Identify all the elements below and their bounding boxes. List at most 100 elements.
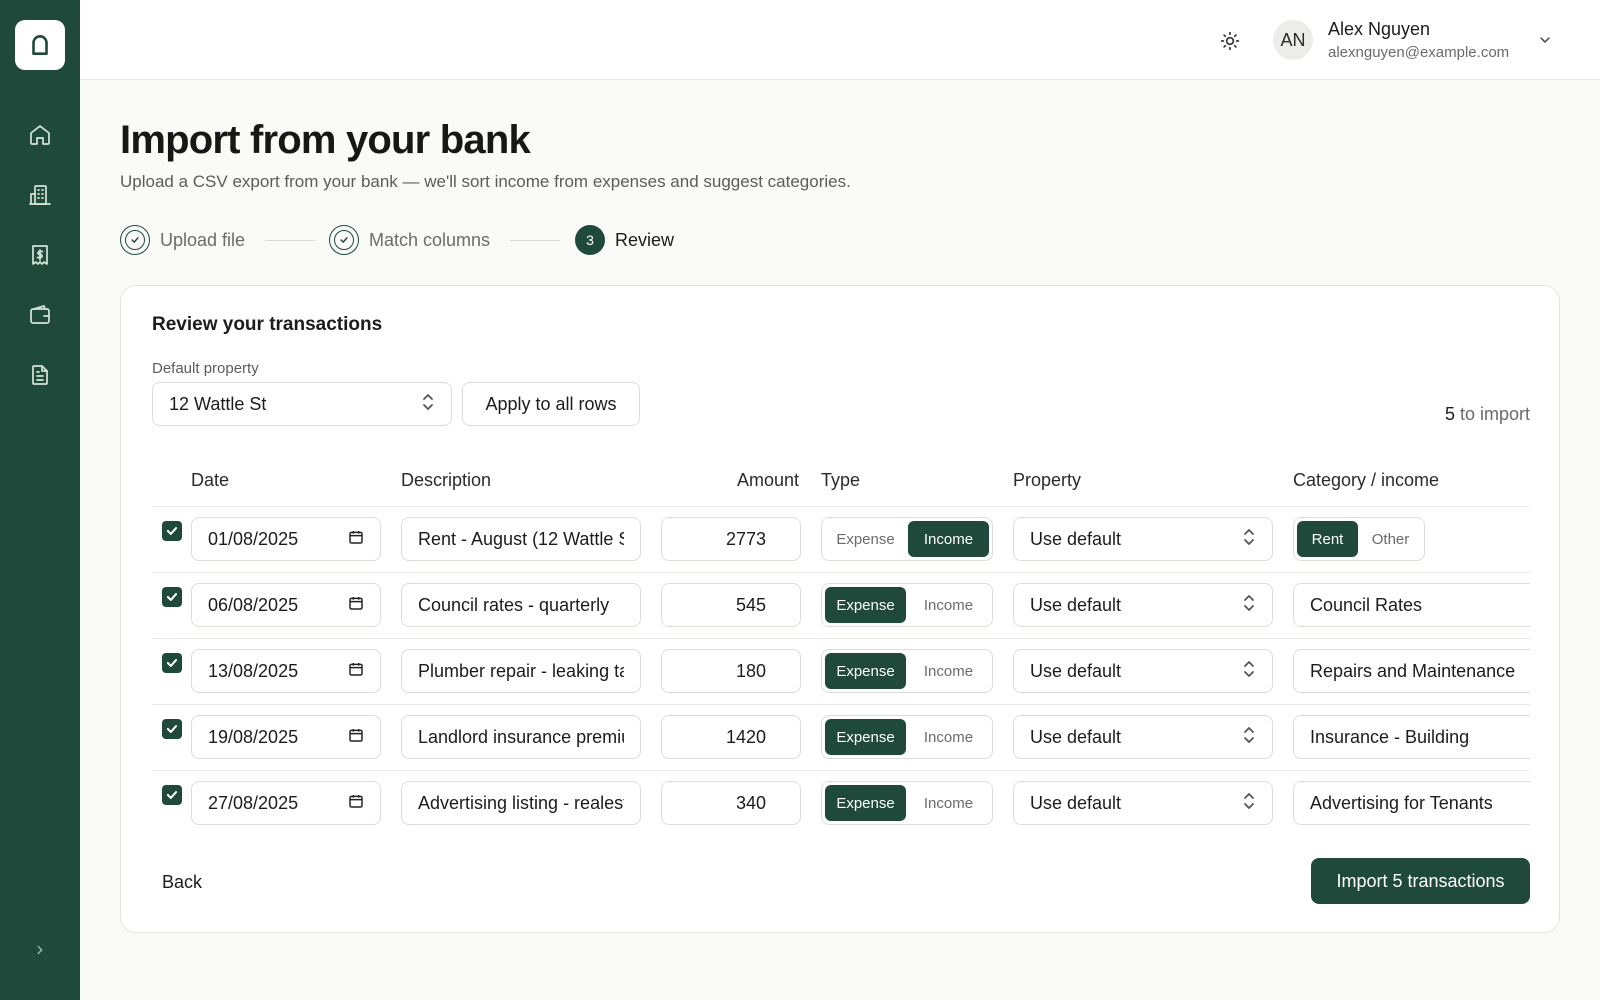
date-input[interactable]: 13/08/2025 [191,649,381,693]
property-select[interactable]: Use default [1013,583,1273,627]
property-select[interactable]: Use default [1013,649,1273,693]
calendar-icon[interactable] [348,661,364,682]
type-income-option[interactable]: Income [908,719,989,755]
sidebar [0,0,80,1000]
type-expense-option[interactable]: Expense [825,653,906,689]
avatar[interactable]: AN [1273,20,1313,60]
description-input[interactable]: Council rates - quarterly [401,583,641,627]
document-icon[interactable] [25,360,55,390]
default-property-select[interactable]: 12 Wattle St [152,382,452,426]
amount-input[interactable]: 1420 [661,715,801,759]
step-complete-icon [120,225,150,255]
type-income-option[interactable]: Income [908,653,989,689]
row-checkbox[interactable] [162,785,182,805]
category-value: Advertising for Tenants [1310,792,1493,813]
row-checkbox[interactable] [162,719,182,739]
property-select[interactable]: Use default [1013,781,1273,825]
income-rent-option[interactable]: Rent [1297,521,1358,557]
amount-value: 2773 [725,528,766,549]
category-select[interactable]: Council Rates [1293,583,1530,627]
amount-value: 1420 [725,726,766,747]
page-subtitle: Upload a CSV export from your bank — we'… [120,172,851,191]
wallet-icon[interactable] [25,300,55,330]
category-value: Insurance - Building [1310,726,1470,747]
chevron-updown-icon [421,393,435,416]
amount-input[interactable]: 2773 [661,517,801,561]
step-label: Review [615,229,675,250]
description-input[interactable]: Landlord insurance premium [401,715,641,759]
step-connector [265,240,315,241]
step-upload-file[interactable]: Upload file [120,224,245,256]
chevron-right-icon[interactable] [28,938,52,962]
house-logo-icon[interactable] [15,20,65,70]
type-income-option[interactable]: Income [908,521,989,557]
category-select[interactable]: Insurance - Building [1293,715,1530,759]
date-value: 13/08/2025 [208,660,299,681]
default-property-label: Default property [152,360,259,377]
amount-input[interactable]: 180 [661,649,801,693]
sun-icon[interactable] [1216,27,1244,55]
step-match-columns[interactable]: Match columns [329,224,490,256]
import-transactions-button[interactable]: Import 5 transactions [1311,858,1530,904]
amount-value: 545 [735,594,766,615]
back-button[interactable]: Back [162,864,222,900]
date-input[interactable]: 27/08/2025 [191,781,381,825]
calendar-icon[interactable] [348,793,364,814]
step-connector [510,240,560,241]
calendar-icon[interactable] [348,529,364,550]
chevron-down-icon[interactable] [1535,30,1555,50]
category-clip: Advertising for Tenants [1280,771,1530,837]
type-toggle: Expense Income [821,583,993,627]
type-income-option[interactable]: Income [908,785,989,821]
table-row: 27/08/2025 Advertising listing - realest… [0,771,1600,837]
column-property: Property [1013,470,1082,490]
property-select[interactable]: Use default [1013,715,1273,759]
date-input[interactable]: 01/08/2025 [191,517,381,561]
date-input[interactable]: 19/08/2025 [191,715,381,759]
description-input[interactable]: Advertising listing - realestate [401,781,641,825]
type-toggle: Expense Income [821,517,993,561]
type-expense-option[interactable]: Expense [825,785,906,821]
receipt-dollar-icon[interactable] [25,240,55,270]
type-income-option[interactable]: Income [908,587,989,623]
type-expense-option[interactable]: Expense [825,587,906,623]
step-review[interactable]: 3 Review [575,224,674,256]
apply-to-all-button[interactable]: Apply to all rows [462,382,640,426]
category-select[interactable]: Advertising for Tenants [1293,781,1530,825]
type-expense-option[interactable]: Expense [825,719,906,755]
description-input[interactable]: Rent - August (12 Wattle St) [401,517,641,561]
calendar-icon[interactable] [348,595,364,616]
type-toggle: Expense Income [821,781,993,825]
amount-value: 340 [735,792,766,813]
type-expense-option[interactable]: Expense [825,521,906,557]
date-value: 06/08/2025 [208,594,299,615]
row-checkbox[interactable] [162,587,182,607]
type-toggle: Expense Income [821,649,993,693]
import-count-number: 5 [1444,404,1455,424]
home-icon[interactable] [25,120,55,150]
property-value: Use default [1030,792,1122,813]
date-value: 27/08/2025 [208,792,299,813]
column-amount: Amount [737,470,800,490]
calendar-icon[interactable] [348,727,364,748]
description-value: Plumber repair - leaking tap [418,660,624,681]
amount-input[interactable]: 340 [661,781,801,825]
table-row: 06/08/2025 Council rates - quarterly 545… [0,573,1600,639]
amount-input[interactable]: 545 [661,583,801,627]
description-value: Council rates - quarterly [418,594,610,615]
category-clip: Insurance - Building [1280,705,1530,771]
page-title: Import from your bank [120,118,531,162]
category-select[interactable]: Repairs and Maintenance [1293,649,1530,693]
building-icon[interactable] [25,180,55,210]
date-input[interactable]: 06/08/2025 [191,583,381,627]
property-value: Use default [1030,726,1122,747]
description-input[interactable]: Plumber repair - leaking tap [401,649,641,693]
row-checkbox[interactable] [162,653,182,673]
column-date: Date [191,470,230,490]
income-other-option[interactable]: Other [1360,521,1421,557]
chevron-updown-icon [1242,792,1256,815]
chevron-updown-icon [1242,660,1256,683]
import-count-suffix: to import [1459,404,1530,424]
property-select[interactable]: Use default [1013,517,1273,561]
row-checkbox[interactable] [162,521,182,541]
